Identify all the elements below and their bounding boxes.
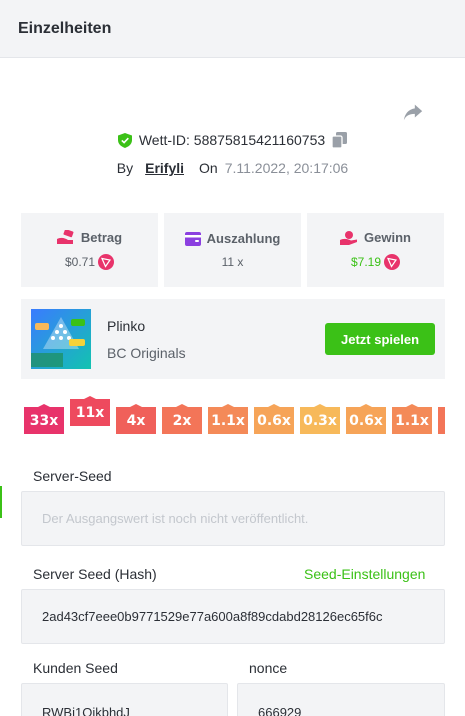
stat-profit-value: $7.19	[350, 255, 382, 269]
multiplier-label: 0.6x	[349, 413, 383, 429]
multiplier-label: 0.6x	[257, 413, 291, 429]
bet-date: 7.11.2022, 20:17:06	[224, 160, 349, 176]
multiplier-chip-bg	[438, 407, 445, 434]
multiplier-label: 11x	[75, 405, 105, 421]
nonce-label: nonce	[249, 660, 288, 676]
server-seed-field[interactable]: Der Ausgangswert ist noch nicht veröffen…	[21, 491, 445, 546]
nonce-value: 666929	[258, 705, 302, 716]
game-category: BC Originals	[107, 345, 186, 361]
bet-byline: By Erifyli On 7.11.2022, 20:17:06	[0, 160, 465, 176]
server-seed-label: Server-Seed	[33, 468, 112, 484]
details-header: Einzelheiten	[0, 0, 465, 58]
multiplier-chip: 11x	[70, 396, 110, 426]
bet-id: Wett-ID: 58875815421160753	[138, 132, 326, 148]
trx-coin-icon	[384, 254, 401, 270]
stat-payout-value: 11 x	[221, 255, 244, 269]
stat-amount-label: Betrag	[80, 230, 123, 245]
share-icon[interactable]	[402, 101, 424, 123]
by-label: By	[116, 160, 134, 176]
client-seed-label: Kunden Seed	[33, 660, 118, 676]
multiplier-chip: 33x	[24, 404, 64, 434]
client-seed-value: RWBi1QikbhdJ	[42, 705, 130, 716]
page-title: Einzelheiten	[18, 19, 112, 37]
multiplier-label: 1.1x	[395, 413, 429, 429]
multiplier-row: 33x 11x 4x 2x 1.1x 0.6x 0.3x 0.6x 1.1x 2x	[24, 396, 445, 438]
multiplier-chip: 4x	[116, 404, 156, 434]
trx-coin-icon	[98, 254, 115, 270]
seed-settings-link[interactable]: Seed-Einstellungen	[304, 566, 425, 582]
server-hash-field[interactable]: 2ad43cf7eee0b9771529e77a600a8f89cdabd281…	[21, 589, 445, 644]
stat-profit-label: Gewinn	[364, 230, 411, 245]
multiplier-label: 33x	[29, 413, 59, 429]
multiplier-chip: 1.1x	[208, 404, 248, 434]
hand-coin-icon	[340, 230, 358, 245]
multiplier-label: 0.3x	[303, 413, 337, 429]
bet-id-row: Wett-ID: 58875815421160753	[0, 132, 465, 148]
player-name-link[interactable]: Erifyli	[145, 160, 184, 176]
copy-icon[interactable]	[332, 132, 348, 148]
server-seed-placeholder: Der Ausgangswert ist noch nicht veröffen…	[42, 511, 309, 526]
plinko-thumbnail[interactable]	[31, 309, 91, 369]
multiplier-label: 1.1x	[211, 413, 245, 429]
multiplier-chip: 0.6x	[346, 404, 386, 434]
play-now-button[interactable]: Jetzt spielen	[325, 323, 435, 355]
stat-payout: Auszahlung 11 x	[164, 213, 301, 287]
multiplier-label: 2x	[172, 413, 192, 429]
wallet-icon	[184, 231, 201, 246]
server-hash-value: 2ad43cf7eee0b9771529e77a600a8f89cdabd281…	[42, 609, 383, 624]
nonce-field[interactable]: 666929	[237, 683, 445, 716]
bet-stats: Betrag $0.71 Auszahlung 11 x Gewinn $7.1…	[21, 213, 444, 287]
money-hand-icon	[56, 230, 74, 244]
multiplier-label: 4x	[126, 413, 146, 429]
multiplier-chip: 2x	[162, 404, 202, 434]
stat-payout-label: Auszahlung	[206, 231, 281, 246]
multiplier-chip: 0.3x	[300, 404, 340, 434]
server-hash-label: Server Seed (Hash)	[33, 566, 157, 582]
stat-amount-value: $0.71	[64, 255, 96, 269]
game-name: Plinko	[107, 318, 146, 334]
stat-amount: Betrag $0.71	[21, 213, 158, 287]
multiplier-chip: 1.1x	[392, 404, 432, 434]
shield-check-icon	[117, 132, 132, 148]
client-seed-field[interactable]: RWBi1QikbhdJ	[21, 683, 228, 716]
stat-profit: Gewinn $7.19	[307, 213, 444, 287]
on-label: On	[199, 160, 218, 176]
left-edge-accent	[0, 486, 2, 518]
game-card: Plinko BC Originals Jetzt spielen	[21, 299, 445, 379]
multiplier-chip: 0.6x	[254, 404, 294, 434]
multiplier-chip: 2x	[438, 404, 445, 434]
